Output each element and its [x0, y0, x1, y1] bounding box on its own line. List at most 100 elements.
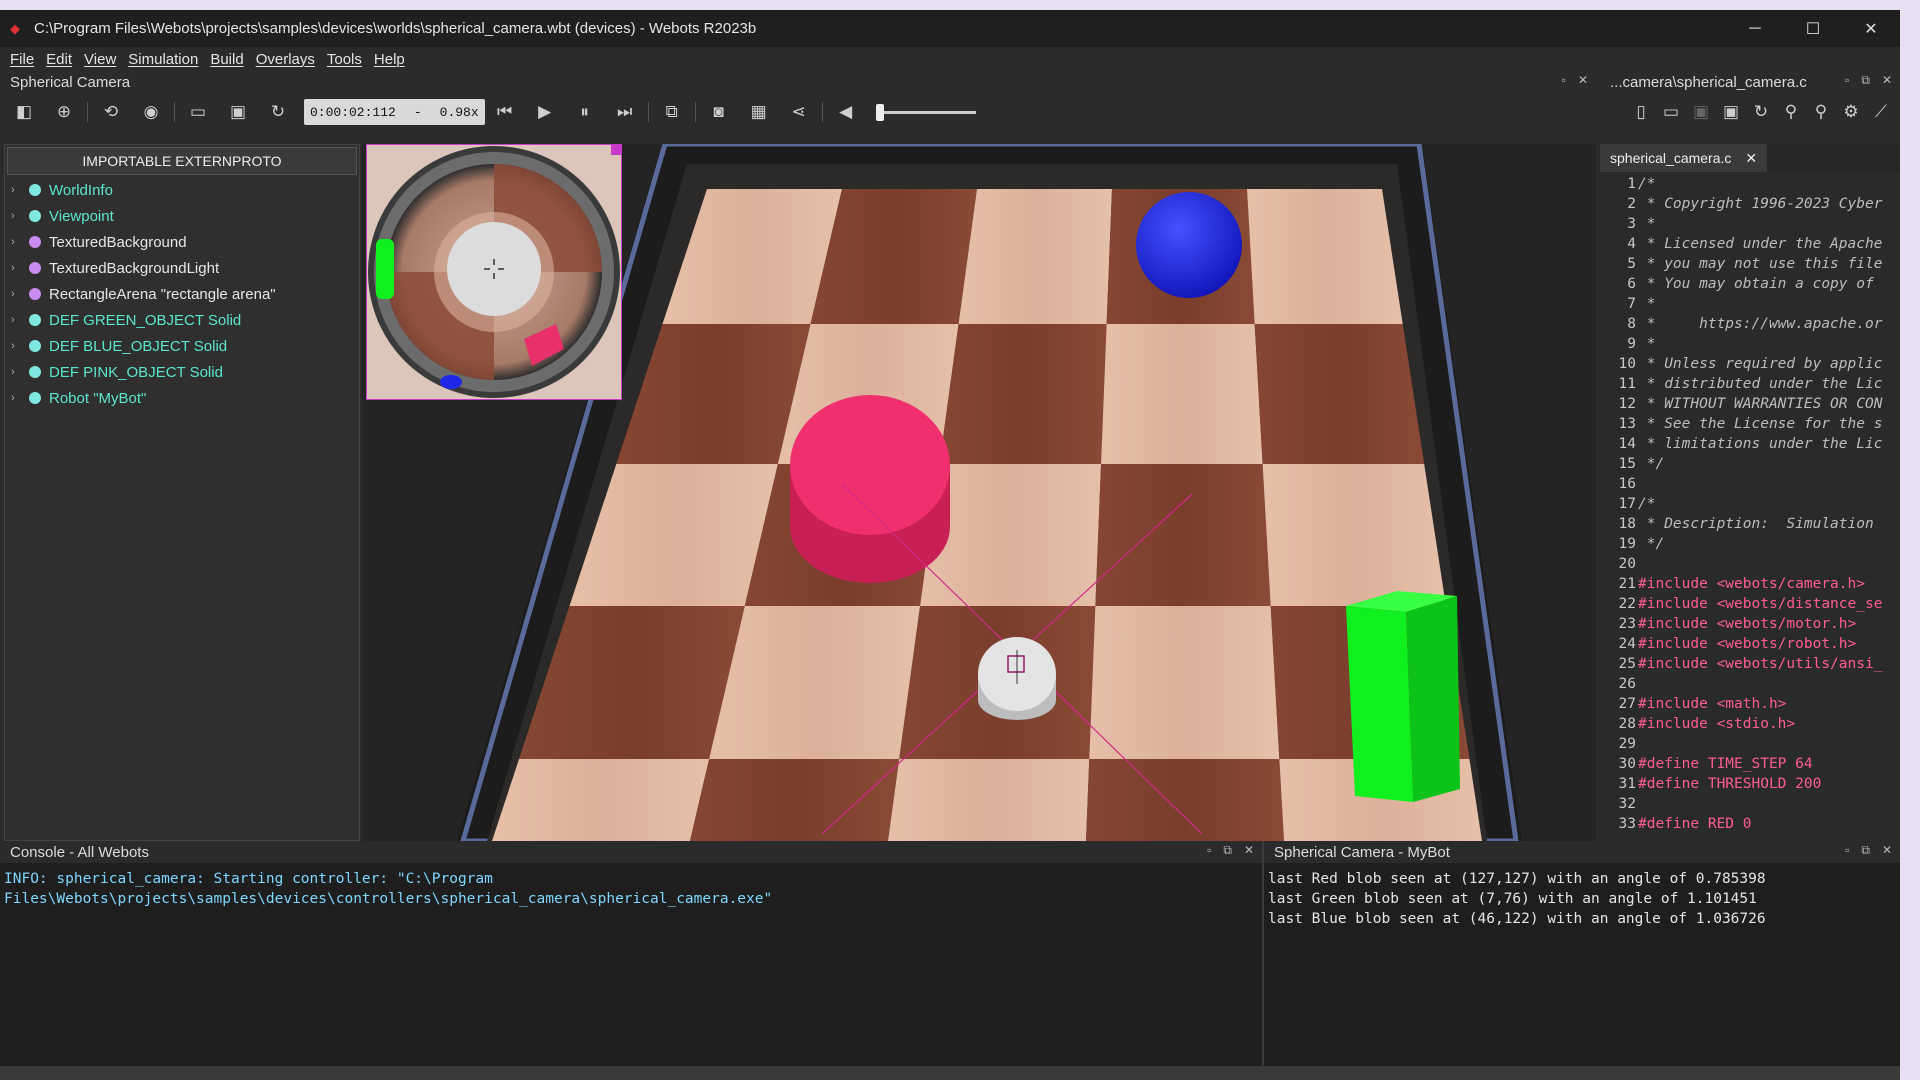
tab-close-icon[interactable]: ✕	[1745, 150, 1757, 167]
share-icon[interactable]: ⋖	[779, 97, 819, 127]
toggle-scene-tree-icon[interactable]: ◧	[4, 97, 44, 127]
code-line[interactable]: 9 *	[1600, 334, 1900, 354]
step-icon[interactable]: ▶	[525, 97, 565, 127]
chevron-right-icon[interactable]: ›	[11, 184, 25, 196]
step-back-icon[interactable]: ⏮	[485, 97, 525, 127]
screenshot-camera-icon[interactable]: ◙	[699, 97, 739, 127]
code-line[interactable]: 17/*	[1600, 494, 1900, 514]
reset-viewpoint-icon[interactable]: ⟲	[91, 97, 131, 127]
chevron-right-icon[interactable]: ›	[11, 366, 25, 378]
revert-file-icon[interactable]: ↻	[1746, 97, 1776, 127]
find-icon[interactable]: ⚲	[1776, 97, 1806, 127]
chevron-right-icon[interactable]: ›	[11, 314, 25, 326]
code-line[interactable]: 18 * Description: Simulation	[1600, 514, 1900, 534]
panel-float-icon[interactable]: ▫	[1845, 73, 1849, 88]
code-line[interactable]: 22 #include <webots/distance_se	[1600, 594, 1900, 614]
clean-broom-icon[interactable]: ⟋	[1866, 97, 1896, 127]
code-line[interactable]: 19 */	[1600, 534, 1900, 554]
scene-tree-item[interactable]: › RectangleArena "rectangle arena"	[5, 281, 359, 307]
fast-forward-icon[interactable]: ⏭	[605, 97, 645, 127]
menu-simulation[interactable]: Simulation	[122, 51, 204, 68]
panel-float-icon[interactable]: ▫	[1207, 843, 1211, 858]
menu-help[interactable]: Help	[368, 51, 411, 68]
menu-edit[interactable]: Edit	[40, 51, 78, 68]
menu-overlays[interactable]: Overlays	[250, 51, 321, 68]
code-line[interactable]: 5 * you may not use this file	[1600, 254, 1900, 274]
panel-close-icon[interactable]: ✕	[1882, 843, 1892, 858]
scene-tree-item[interactable]: › TexturedBackgroundLight	[5, 255, 359, 281]
add-node-icon[interactable]: ⊕	[44, 97, 84, 127]
code-line[interactable]: 29	[1600, 734, 1900, 754]
save-all-icon[interactable]: ▣	[1716, 97, 1746, 127]
code-line[interactable]: 27 #include <math.h>	[1600, 694, 1900, 714]
scene-tree-item[interactable]: › WorldInfo	[5, 177, 359, 203]
code-line[interactable]: 8 * https://www.apache.or	[1600, 314, 1900, 334]
panel-close-icon[interactable]: ✕	[1882, 73, 1892, 88]
scene-tree-item[interactable]: › DEF GREEN_OBJECT Solid	[5, 307, 359, 333]
spherical-camera-overlay[interactable]	[366, 144, 622, 400]
panel-float-icon[interactable]: ▫	[1562, 73, 1566, 87]
code-line[interactable]: 25 #include <webots/utils/ansi_	[1600, 654, 1900, 674]
code-line[interactable]: 28 #include <stdio.h>	[1600, 714, 1900, 734]
code-line[interactable]: 16	[1600, 474, 1900, 494]
scene-tree-item[interactable]: › TexturedBackground	[5, 229, 359, 255]
maximize-button[interactable]: ☐	[1784, 10, 1842, 47]
code-line[interactable]: 14 * limitations under the Lic	[1600, 434, 1900, 454]
code-line[interactable]: 21 #include <webots/camera.h>	[1600, 574, 1900, 594]
code-line[interactable]: 32	[1600, 794, 1900, 814]
code-editor[interactable]: spherical_camera.c ✕ 1/* 2 * Copyright 19…	[1600, 144, 1900, 841]
code-line[interactable]: 1/*	[1600, 174, 1900, 194]
chevron-right-icon[interactable]: ›	[11, 340, 25, 352]
close-button[interactable]: ✕	[1842, 10, 1900, 47]
code-line[interactable]: 11 * distributed under the Lic	[1600, 374, 1900, 394]
open-world-icon[interactable]: ▭	[178, 97, 218, 127]
build-gear-icon[interactable]: ⚙	[1836, 97, 1866, 127]
panel-maximize-icon[interactable]: ⧉	[1861, 843, 1870, 858]
chevron-right-icon[interactable]: ›	[11, 392, 25, 404]
chevron-right-icon[interactable]: ›	[11, 236, 25, 248]
panel-close-icon[interactable]: ✕	[1244, 843, 1254, 858]
tab-spherical-camera-c[interactable]: spherical_camera.c ✕	[1600, 144, 1768, 172]
code-line[interactable]: 3 *	[1600, 214, 1900, 234]
replace-icon[interactable]: ⚲	[1806, 97, 1836, 127]
scene-tree-item[interactable]: › Robot "MyBot"	[5, 385, 359, 411]
chevron-right-icon[interactable]: ›	[11, 288, 25, 300]
scene-tree-item[interactable]: › DEF PINK_OBJECT Solid	[5, 359, 359, 385]
importable-externproto-button[interactable]: IMPORTABLE EXTERNPROTO	[7, 147, 357, 175]
panel-maximize-icon[interactable]: ⧉	[1223, 843, 1232, 858]
menu-tools[interactable]: Tools	[321, 51, 368, 68]
reload-world-icon[interactable]: ↻	[258, 97, 298, 127]
3d-viewport[interactable]	[362, 144, 1596, 841]
save-file-icon[interactable]: ▣	[1686, 97, 1716, 127]
robot-mybot[interactable]	[978, 637, 1056, 720]
panel-close-icon[interactable]: ✕	[1578, 73, 1588, 87]
visibility-eye-icon[interactable]: ◉	[131, 97, 171, 127]
scene-tree-item[interactable]: › Viewpoint	[5, 203, 359, 229]
code-line[interactable]: 23 #include <webots/motor.h>	[1600, 614, 1900, 634]
chevron-right-icon[interactable]: ›	[11, 210, 25, 222]
volume-slider-knob[interactable]	[875, 103, 884, 121]
chevron-right-icon[interactable]: ›	[11, 262, 25, 274]
panel-float-icon[interactable]: ▫	[1845, 843, 1849, 858]
console-all-output[interactable]: INFO: spherical_camera: Starting control…	[0, 865, 1262, 1080]
code-lines[interactable]: 1/* 2 * Copyright 1996-2023 Cyber 3 * 4 * L…	[1600, 174, 1900, 834]
code-line[interactable]: 12 * WITHOUT WARRANTIES OR CON	[1600, 394, 1900, 414]
view-3d-icon[interactable]: ⧉	[652, 97, 692, 127]
code-line[interactable]: 30 #define TIME_STEP 64	[1600, 754, 1900, 774]
code-line[interactable]: 26	[1600, 674, 1900, 694]
panel-maximize-icon[interactable]: ⧉	[1861, 73, 1870, 88]
code-line[interactable]: 15 */	[1600, 454, 1900, 474]
code-line[interactable]: 2 * Copyright 1996-2023 Cyber	[1600, 194, 1900, 214]
volume-slider[interactable]	[875, 103, 976, 121]
code-line[interactable]: 13 * See the License for the s	[1600, 414, 1900, 434]
code-line[interactable]: 24 #include <webots/robot.h>	[1600, 634, 1900, 654]
scene-tree-item[interactable]: › DEF BLUE_OBJECT Solid	[5, 333, 359, 359]
code-line[interactable]: 10 * Unless required by applic	[1600, 354, 1900, 374]
console-mybot-output[interactable]: last Red blob seen at (127,127) with an …	[1264, 865, 1900, 1080]
code-line[interactable]: 31 #define THRESHOLD 200	[1600, 774, 1900, 794]
open-file-icon[interactable]: ▭	[1656, 97, 1686, 127]
menu-file[interactable]: File	[4, 51, 40, 68]
minimize-button[interactable]: ─	[1726, 10, 1784, 47]
menu-view[interactable]: View	[78, 51, 122, 68]
overlay-close-icon[interactable]	[611, 145, 621, 155]
